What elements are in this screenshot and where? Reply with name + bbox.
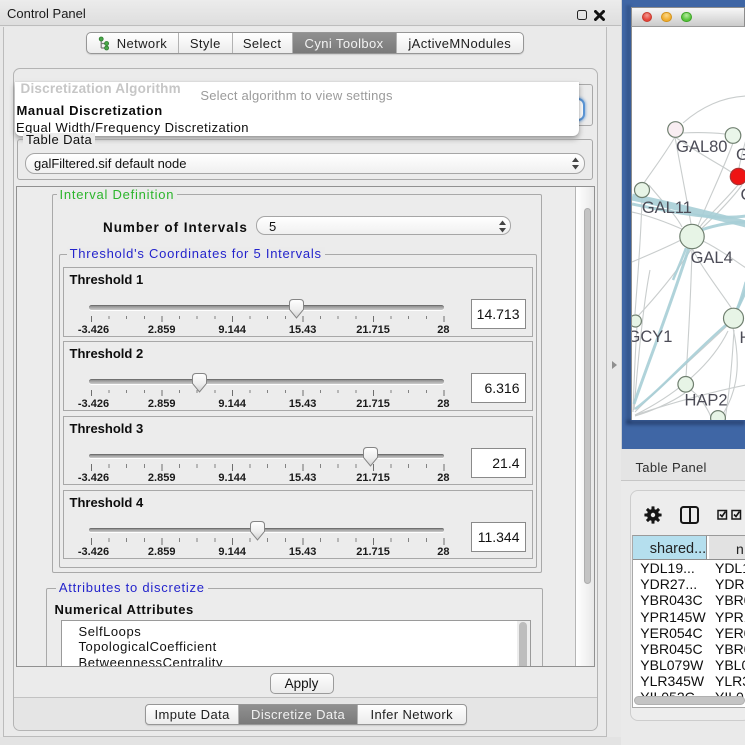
svg-text:GAL4: GAL4	[691, 249, 733, 267]
svg-text:GA: GA	[736, 146, 745, 164]
svg-text:GAL80: GAL80	[676, 138, 727, 156]
svg-text:HAP2: HAP2	[684, 392, 727, 410]
svg-text:GCY1: GCY1	[632, 328, 672, 346]
svg-text:H: H	[740, 329, 745, 347]
svg-text:C: C	[741, 186, 745, 204]
svg-text:GAL11: GAL11	[642, 199, 692, 217]
